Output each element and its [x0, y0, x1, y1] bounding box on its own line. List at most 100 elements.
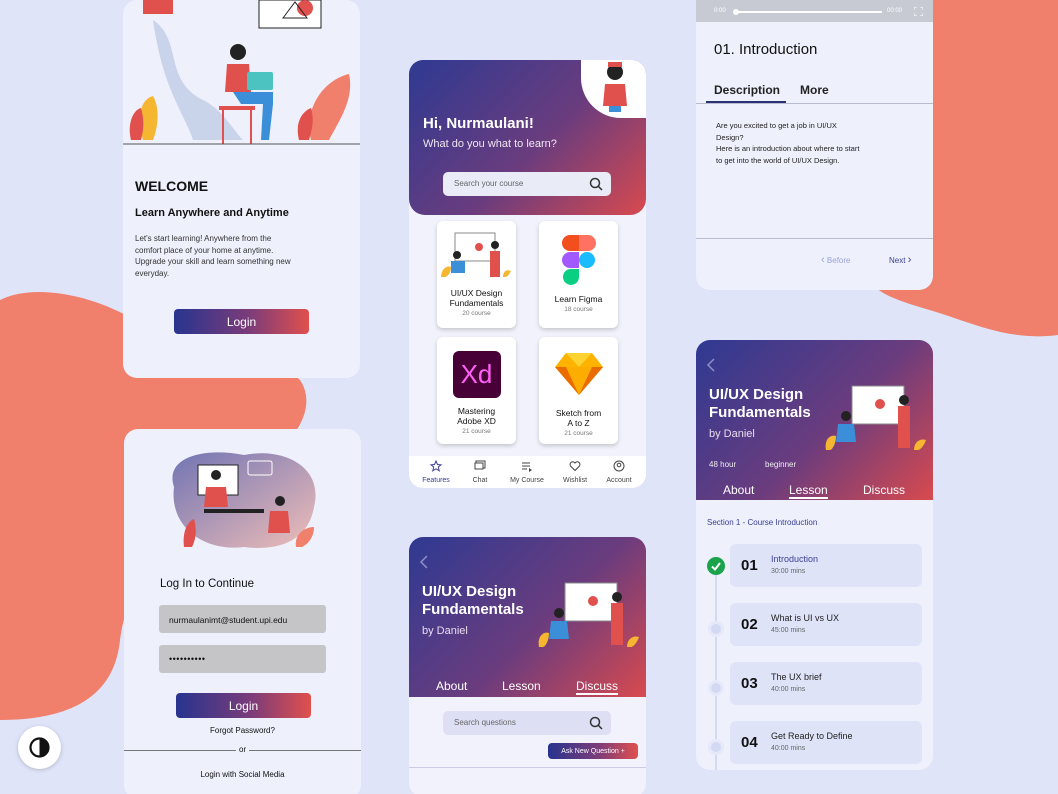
- lesson-item[interactable]: 01 Introduction 30:00 mins: [730, 544, 922, 587]
- welcome-illustration: [123, 0, 360, 145]
- course-count: 18 course: [564, 306, 593, 313]
- uiux-illustration: [441, 232, 511, 277]
- tab-lesson[interactable]: Lesson: [789, 483, 828, 499]
- next-label: Next: [889, 256, 906, 265]
- welcome-subtitle: Learn Anywhere and Anytime: [135, 207, 289, 219]
- tab-about[interactable]: About: [723, 483, 754, 497]
- lesson-duration: 40:00 mins: [771, 686, 806, 693]
- theme-toggle-button[interactable]: [18, 726, 61, 769]
- nav-wishlist[interactable]: Wishlist: [555, 459, 595, 484]
- video-progress-bar[interactable]: [736, 11, 882, 13]
- course-author: by Daniel: [709, 428, 755, 440]
- heart-icon: [569, 461, 581, 472]
- lesson-number: 03: [741, 675, 758, 692]
- course-count: 21 course: [564, 430, 593, 437]
- search-placeholder: Search your course: [454, 179, 524, 188]
- course-title: UI/UX Design Fundamentals: [449, 288, 504, 308]
- avatar-illustration: [603, 62, 627, 112]
- lesson-item[interactable]: 02 What is UI vs UX 45:00 mins: [730, 603, 922, 646]
- lesson-title: Introduction: [771, 554, 819, 564]
- back-arrow-icon[interactable]: [419, 555, 429, 569]
- search-input[interactable]: Search your course: [443, 172, 611, 196]
- chevron-right-icon: ›: [907, 254, 912, 266]
- nav-account[interactable]: Account: [599, 459, 639, 484]
- lesson-title: Get Ready to Define: [771, 731, 853, 741]
- course-card-xd[interactable]: Xd Mastering Adobe XD 21 course: [437, 337, 516, 444]
- adobe-xd-icon: Xd: [452, 351, 501, 398]
- login-heading: Log In to Continue: [160, 578, 254, 590]
- lesson-number: 01: [741, 557, 758, 574]
- divider: [409, 767, 646, 768]
- section-title: Section 1 - Course Introduction: [707, 518, 818, 527]
- tab-lesson[interactable]: Lesson: [502, 679, 541, 693]
- bottom-nav: Features Chat My Course Wishlist Account: [409, 456, 646, 488]
- lesson-item[interactable]: 04 Get Ready to Define 40:00 mins: [730, 721, 922, 764]
- course-count: 20 course: [462, 310, 491, 317]
- search-placeholder: Search questions: [454, 718, 516, 727]
- ask-new-question-button[interactable]: Ask New Question +: [548, 743, 638, 759]
- before-label: Before: [826, 256, 851, 265]
- nav-label: Chat: [472, 477, 488, 484]
- lesson-number: 02: [741, 616, 758, 633]
- lesson-list-screen: UI/UX Design Fundamentals by Daniel 48 h…: [696, 340, 933, 770]
- nav-label: Features: [422, 477, 450, 484]
- course-card-sketch[interactable]: Sketch from A to Z 21 course: [539, 337, 618, 444]
- tab-description[interactable]: Description: [714, 83, 780, 97]
- welcome-login-button[interactable]: Login: [174, 309, 309, 334]
- course-level: beginner: [765, 460, 797, 469]
- tab-about[interactable]: About: [436, 679, 467, 693]
- lesson-duration: 40:00 mins: [771, 745, 806, 752]
- lesson-item[interactable]: 03 The UX brief 40:00 mins: [730, 662, 922, 705]
- next-button[interactable]: Next ›: [889, 254, 911, 266]
- timeline-dot: [708, 621, 724, 637]
- check-complete-icon: [707, 557, 725, 575]
- welcome-screen: WELCOME Learn Anywhere and Anytime Let's…: [123, 0, 360, 378]
- nav-label: Wishlist: [562, 477, 588, 484]
- password-field[interactable]: ••••••••••: [159, 645, 326, 673]
- video-time-end: 00:00: [887, 8, 903, 14]
- footer-divider: [696, 238, 933, 239]
- tab-discuss[interactable]: Discuss: [863, 483, 905, 497]
- login-illustration: [172, 452, 316, 548]
- fullscreen-icon[interactable]: [914, 7, 923, 16]
- search-questions-input[interactable]: Search questions: [443, 711, 611, 735]
- before-button[interactable]: ‹ Before: [821, 254, 850, 266]
- course-author: by Daniel: [422, 625, 468, 637]
- course-title: Learn Figma: [554, 294, 603, 304]
- welcome-body: Let's start learning! Anywhere from the …: [135, 234, 291, 278]
- search-icon[interactable]: [589, 716, 603, 730]
- tab-discuss[interactable]: Discuss: [576, 679, 619, 695]
- search-icon[interactable]: [589, 177, 603, 191]
- nav-my-course[interactable]: My Course: [505, 459, 549, 484]
- chevron-left-icon: ‹: [821, 254, 825, 266]
- video-player[interactable]: 0:00 00:00: [696, 0, 933, 22]
- discuss-screen: UI/UX Design Fundamentals by Daniel Abou…: [409, 537, 646, 794]
- nav-features[interactable]: Features: [417, 459, 455, 484]
- chat-icon: [474, 460, 486, 470]
- timeline-dot: [708, 739, 724, 755]
- lesson-duration: 45:00 mins: [771, 627, 806, 634]
- login-button[interactable]: Login: [176, 693, 311, 718]
- back-arrow-icon[interactable]: [706, 358, 716, 372]
- figma-logo-icon: [561, 235, 596, 285]
- login-screen: Log In to Continue nurmaulanimt@student.…: [124, 429, 361, 794]
- course-card-figma[interactable]: Learn Figma 18 course: [539, 221, 618, 328]
- forgot-password-link[interactable]: Forgot Password?: [124, 726, 361, 735]
- course-card-uiux[interactable]: UI/UX Design Fundamentals 20 course: [437, 221, 516, 328]
- lesson-number: 04: [741, 734, 758, 751]
- avatar[interactable]: [581, 60, 646, 118]
- email-field[interactable]: nurmaulanimt@student.upi.edu: [159, 605, 326, 633]
- nav-label: Account: [606, 477, 632, 484]
- tab-more[interactable]: More: [800, 83, 829, 97]
- course-count: 21 course: [462, 428, 491, 435]
- video-progress-thumb[interactable]: [733, 9, 739, 15]
- lesson-title: 01. Introduction: [714, 41, 818, 58]
- course-title: Mastering Adobe XD: [457, 406, 496, 426]
- lesson-duration: 30:00 mins: [771, 568, 806, 575]
- social-login-label: Login with Social Media: [200, 770, 285, 779]
- nav-chat[interactable]: Chat: [461, 459, 499, 484]
- greeting: Hi, Nurmaulani!: [423, 115, 534, 132]
- video-time-start: 0:00: [714, 8, 726, 14]
- home-screen: Hi, Nurmaulani! What do you what to lear…: [409, 60, 646, 488]
- playlist-icon: [522, 462, 532, 472]
